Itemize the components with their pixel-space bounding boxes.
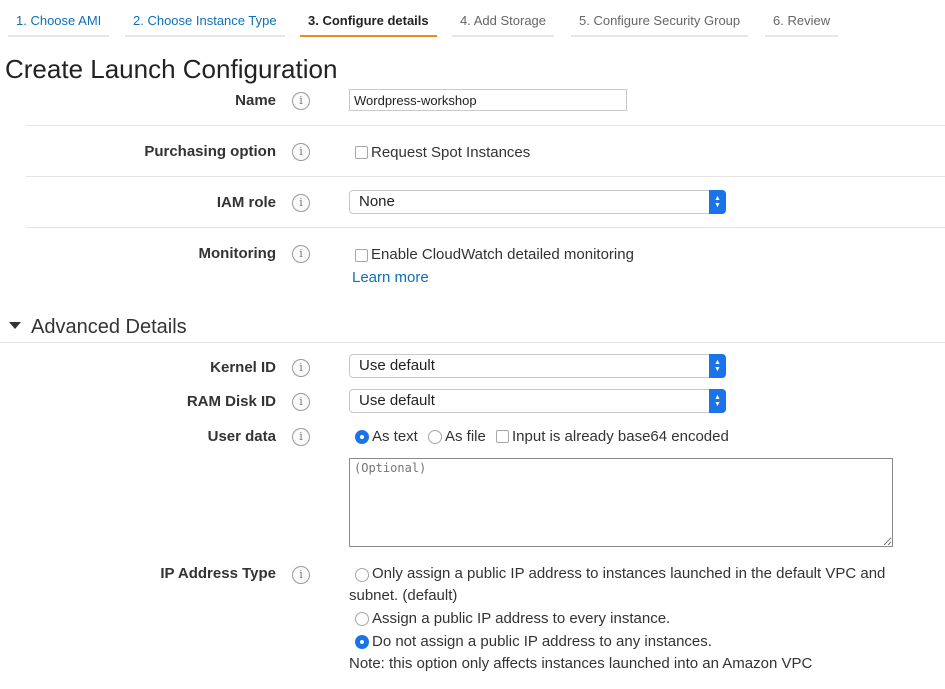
ip-none-label: Do not assign a public IP address to any…: [372, 633, 712, 650]
info-icon[interactable]: i: [292, 393, 310, 411]
kernel-id-select[interactable]: Use default ▲ ▼: [349, 354, 726, 378]
info-icon[interactable]: i: [292, 194, 310, 212]
ram-disk-id-selected-value: Use default: [359, 392, 435, 409]
kernel-id-label: Kernel ID: [210, 359, 276, 376]
iam-role-selected-value: None: [359, 193, 395, 210]
cloudwatch-monitoring-label: Enable CloudWatch detailed monitoring: [371, 246, 634, 263]
section-divider: [0, 342, 945, 343]
base64-checkbox[interactable]: [496, 430, 509, 443]
caret-down-icon: [9, 322, 21, 330]
advanced-details-heading: Advanced Details: [31, 316, 187, 338]
monitoring-label: Monitoring: [198, 245, 276, 262]
as-file-radio[interactable]: [428, 430, 442, 444]
info-icon[interactable]: i: [292, 92, 310, 110]
ip-default-vpc-radio[interactable]: [355, 568, 369, 582]
user-data-textarea[interactable]: [349, 458, 893, 547]
as-file-label: As file: [445, 428, 486, 445]
step-add-storage[interactable]: 4. Add Storage: [452, 13, 555, 37]
divider: [26, 176, 945, 177]
select-arrows-icon: ▲ ▼: [709, 389, 726, 413]
request-spot-instances-checkbox[interactable]: [355, 146, 368, 159]
info-icon[interactable]: i: [292, 245, 310, 263]
cloudwatch-monitoring-checkbox[interactable]: [355, 249, 368, 262]
ram-disk-id-select[interactable]: Use default ▲ ▼: [349, 389, 726, 413]
ip-every-instance-label: Assign a public IP address to every inst…: [372, 610, 671, 627]
step-review[interactable]: 6. Review: [765, 13, 839, 37]
ram-disk-id-label: RAM Disk ID: [186, 393, 276, 410]
info-icon[interactable]: i: [292, 143, 310, 161]
kernel-id-selected-value: Use default: [359, 357, 435, 374]
select-arrows-icon: ▲ ▼: [709, 354, 726, 378]
name-input[interactable]: [349, 89, 627, 111]
request-spot-instances-label: Request Spot Instances: [371, 144, 531, 161]
purchasing-option-label: Purchasing option: [144, 143, 276, 160]
as-text-label: As text: [372, 428, 418, 445]
step-choose-ami[interactable]: 1. Choose AMI: [8, 13, 110, 37]
user-data-label: User data: [207, 428, 276, 445]
step-choose-instance-type[interactable]: 2. Choose Instance Type: [125, 13, 285, 37]
step-configure-security-group[interactable]: 5. Configure Security Group: [571, 13, 749, 37]
iam-role-label: IAM role: [216, 194, 276, 211]
ip-default-vpc-label-cont: subnet. (default): [349, 587, 458, 604]
advanced-details-toggle[interactable]: Advanced Details: [9, 316, 187, 339]
info-icon[interactable]: i: [292, 566, 310, 584]
ip-note: Note: this option only affects instances…: [349, 655, 813, 672]
ip-address-type-label: IP Address Type: [160, 565, 276, 582]
learn-more-link[interactable]: Learn more: [352, 269, 429, 286]
iam-role-select[interactable]: None ▲ ▼: [349, 190, 726, 214]
page-title: Create Launch Configuration: [5, 54, 338, 84]
base64-label: Input is already base64 encoded: [512, 428, 729, 445]
info-icon[interactable]: i: [292, 428, 310, 446]
info-icon[interactable]: i: [292, 359, 310, 377]
divider: [26, 125, 945, 126]
ip-every-instance-radio[interactable]: [355, 612, 369, 626]
wizard-steps: 1. Choose AMI 2. Choose Instance Type 3.…: [0, 0, 945, 38]
as-text-radio[interactable]: [355, 430, 369, 444]
select-arrows-icon: ▲ ▼: [709, 190, 726, 214]
step-configure-details[interactable]: 3. Configure details: [300, 13, 437, 37]
name-label: Name: [235, 92, 276, 109]
ip-none-radio[interactable]: [355, 635, 369, 649]
divider: [26, 227, 945, 228]
ip-default-vpc-label: Only assign a public IP address to insta…: [372, 565, 886, 582]
